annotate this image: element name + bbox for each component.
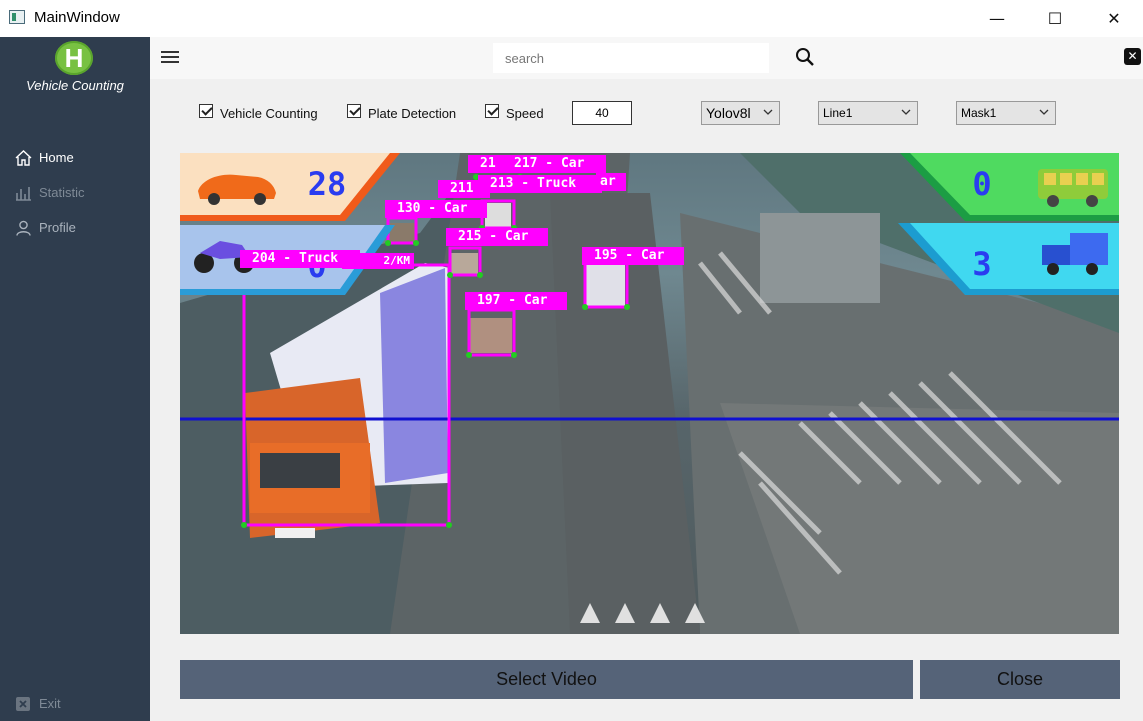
- speed-input[interactable]: [572, 101, 632, 125]
- app-icon: [9, 10, 25, 24]
- detection-label-car-217: 217 - Car: [502, 155, 606, 173]
- sidebar-item-home-label: Home: [39, 150, 74, 165]
- mask-select[interactable]: Mask1: [956, 101, 1056, 125]
- plate-detection-checkbox[interactable]: [347, 104, 361, 118]
- select-video-button[interactable]: Select Video: [180, 660, 913, 699]
- profile-icon: [16, 220, 31, 236]
- menu-icon[interactable]: [161, 51, 179, 65]
- sidebar-item-statistic-label: Statistic: [39, 185, 85, 200]
- bus-count: 0: [972, 165, 992, 203]
- top-bar: ✕: [150, 37, 1143, 79]
- logo-icon: H: [55, 41, 93, 75]
- detection-label-car-195: 195 - Car: [582, 247, 684, 265]
- detection-label-car-130: 130 - Car: [385, 200, 487, 218]
- speed-label: Speed: [506, 106, 544, 121]
- exit-icon: [16, 697, 30, 711]
- chevron-down-icon: [1039, 109, 1049, 115]
- video-frame: 28 0 0 3 204 - Truck 2/KM 130 - Car 215 …: [180, 153, 1119, 634]
- plate-detection-label: Plate Detection: [368, 106, 457, 121]
- maximize-button[interactable]: ☐: [1026, 0, 1084, 37]
- mask-select-value: Mask1: [961, 106, 997, 120]
- truck-count: 3: [972, 245, 992, 283]
- line-select[interactable]: Line1: [818, 101, 918, 125]
- search-input[interactable]: [493, 43, 769, 73]
- home-icon: [15, 150, 32, 166]
- title-bar: MainWindow — ☐ ✕: [0, 0, 1143, 37]
- logo-text: Vehicle Counting: [26, 78, 124, 93]
- model-select[interactable]: Yolov8l: [701, 101, 780, 125]
- speed-label-truck-204: 2/KM: [342, 253, 414, 269]
- chevron-down-icon: [763, 109, 773, 115]
- statistic-icon: [16, 187, 31, 201]
- minimize-button[interactable]: —: [968, 0, 1026, 37]
- window-title: MainWindow: [34, 9, 120, 26]
- search-icon[interactable]: [795, 47, 815, 67]
- detection-label-truck-213: 213 - Truck: [478, 175, 602, 193]
- speed-checkbox[interactable]: [485, 104, 499, 118]
- exit-label: Exit: [39, 696, 61, 711]
- window-close-button[interactable]: ✕: [1085, 0, 1143, 37]
- close-panel-icon[interactable]: ✕: [1124, 48, 1141, 65]
- detection-label-car-197: 197 - Car: [465, 292, 567, 310]
- vehicle-counting-checkbox[interactable]: [199, 104, 213, 118]
- close-button[interactable]: Close: [920, 660, 1120, 699]
- detection-label-car-215: 215 - Car: [446, 228, 548, 246]
- detection-label-ar: ar: [596, 173, 626, 191]
- sidebar: H Vehicle Counting Home Statistic Profil…: [0, 37, 150, 721]
- sidebar-item-profile-label: Profile: [39, 220, 76, 235]
- car-count: 28: [307, 165, 347, 203]
- chevron-down-icon: [901, 109, 911, 115]
- line-select-value: Line1: [823, 106, 853, 120]
- vehicle-counting-label: Vehicle Counting: [220, 106, 318, 121]
- model-select-value: Yolov8l: [706, 105, 751, 121]
